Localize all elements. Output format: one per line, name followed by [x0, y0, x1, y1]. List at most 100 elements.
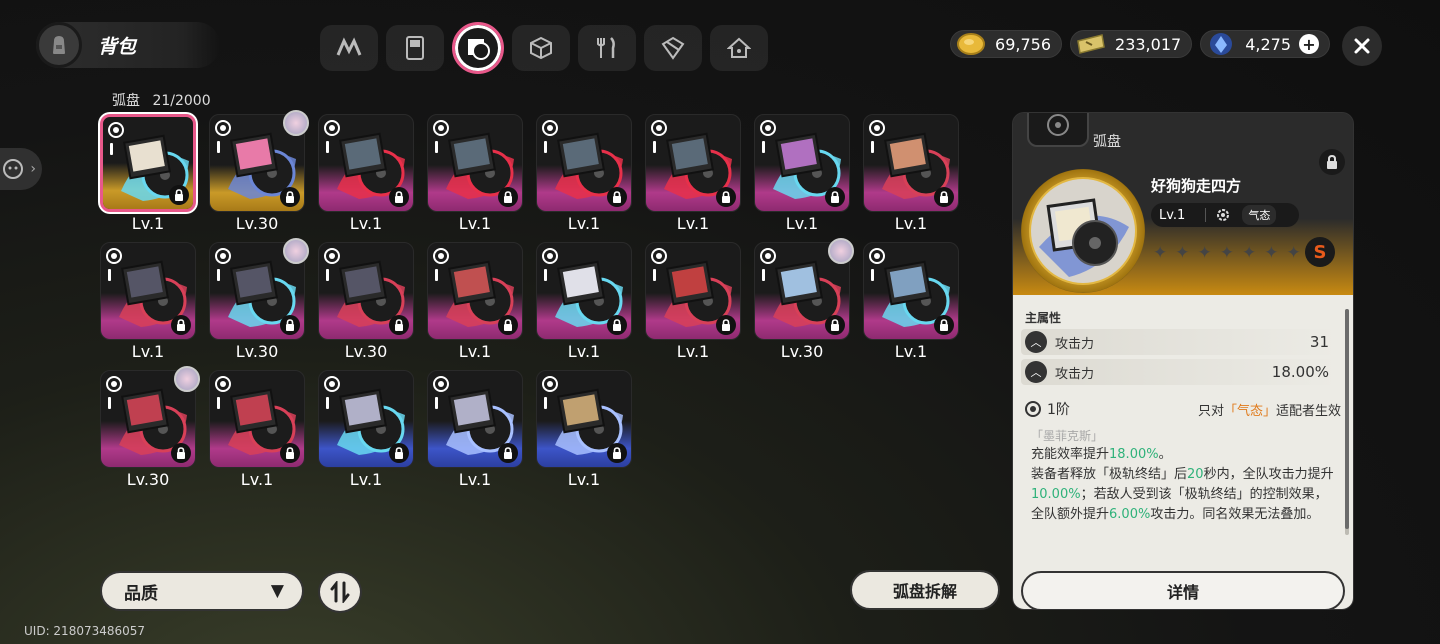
disc-level: Lv.1 — [894, 214, 928, 233]
element-icon — [106, 248, 122, 264]
add-crystal-button[interactable]: + — [1299, 34, 1319, 54]
currency-crystal[interactable]: 4,275 + — [1200, 30, 1330, 58]
ticket-icon — [1075, 32, 1107, 56]
disc-level: Lv.1 — [894, 342, 928, 361]
inventory-count: 弧盘 21/2000 — [112, 90, 211, 110]
disc-card[interactable]: Lv.30 — [209, 110, 309, 238]
lock-icon[interactable] — [934, 187, 954, 207]
element-icon — [542, 376, 558, 392]
tab-drive[interactable] — [320, 25, 378, 71]
detail-scrollbar[interactable] — [1345, 309, 1349, 535]
home-icon — [727, 37, 751, 58]
star-icon: ✦ — [1242, 243, 1257, 263]
lock-icon[interactable] — [716, 315, 736, 335]
close-icon — [1354, 38, 1370, 54]
element-icon — [651, 120, 667, 136]
lock-icon[interactable] — [171, 315, 191, 335]
disc-card[interactable]: Lv.30 — [100, 366, 200, 494]
disc-card[interactable]: Lv.1 — [536, 242, 632, 366]
crystal-icon — [1205, 32, 1237, 56]
details-button[interactable]: 详情 — [1021, 571, 1345, 609]
disc-card[interactable]: Lv.30 — [318, 242, 414, 366]
lock-icon[interactable] — [607, 315, 627, 335]
lock-icon[interactable] — [825, 315, 845, 335]
tab-gameboy[interactable] — [386, 25, 444, 71]
lock-icon[interactable] — [498, 443, 518, 463]
lock-icon[interactable] — [498, 187, 518, 207]
inventory-count-value: 21/2000 — [152, 93, 211, 109]
disc-level: Lv.30 — [235, 342, 279, 361]
tab-box[interactable] — [512, 25, 570, 71]
disc-card[interactable]: Lv.1 — [209, 370, 305, 494]
currency-gold[interactable]: 69,756 — [950, 30, 1063, 58]
rank-mark — [653, 269, 656, 281]
disc-card[interactable]: Lv.1 — [536, 370, 632, 494]
rank-mark — [217, 141, 220, 153]
disc-level: Lv.1 — [567, 214, 601, 233]
lock-icon[interactable] — [389, 315, 409, 335]
tab-disc[interactable] — [452, 22, 504, 74]
rank-mark — [435, 269, 438, 281]
sort-icon — [330, 581, 350, 603]
disc-level: Lv.1 — [349, 470, 383, 489]
disc-card[interactable]: Lv.1 — [100, 114, 196, 238]
rank-mark — [326, 269, 329, 281]
quality-filter-dropdown[interactable]: 品质 ▼ — [100, 571, 304, 611]
dismantle-button[interactable]: 弧盘拆解 — [850, 570, 1000, 610]
disc-card[interactable]: Lv.1 — [427, 114, 523, 238]
detail-lock-button[interactable] — [1319, 149, 1345, 175]
lock-icon[interactable] — [934, 315, 954, 335]
currency-ticket[interactable]: 233,017 — [1070, 30, 1193, 58]
disc-card[interactable]: Lv.1 — [318, 370, 414, 494]
backpack-icon — [36, 22, 82, 68]
star-icon: ✦ — [1153, 243, 1168, 263]
disc-card[interactable]: Lv.1 — [427, 370, 523, 494]
lock-icon[interactable] — [607, 443, 627, 463]
lock-icon[interactable] — [280, 443, 300, 463]
lock-icon[interactable] — [169, 185, 189, 205]
side-panel-toggle[interactable]: › — [0, 148, 42, 190]
element-icon — [869, 248, 885, 264]
stat-value: 18.00% — [1271, 363, 1329, 381]
lock-icon[interactable] — [389, 443, 409, 463]
sort-order-button[interactable] — [318, 571, 362, 613]
uid-label: UID: 218073486057 — [24, 624, 146, 638]
disc-detail-panel: 弧盘 好狗狗走四方 Lv.1 气态 ✦ ✦ ✦ ✦ ✦ ✦ ✦ S 主属性 ︿ … — [1012, 112, 1354, 610]
tab-package[interactable] — [644, 25, 702, 71]
disc-level: Lv.30 — [344, 342, 388, 361]
disc-card[interactable]: Lv.1 — [100, 242, 196, 366]
stat-row: ︿ 攻击力 18.00% — [1021, 359, 1337, 385]
disc-card[interactable]: Lv.1 — [536, 114, 632, 238]
disc-card[interactable]: Lv.1 — [754, 114, 850, 238]
close-button[interactable] — [1342, 26, 1382, 66]
disc-card[interactable]: Lv.1 — [645, 114, 741, 238]
tab-home[interactable] — [710, 25, 768, 71]
disc-artwork-large — [1021, 169, 1145, 293]
star-icon: ✦ — [1197, 243, 1212, 263]
disc-card[interactable]: Lv.1 — [863, 242, 959, 366]
lock-icon[interactable] — [280, 315, 300, 335]
fork-knife-icon — [597, 37, 615, 58]
disc-card[interactable]: Lv.30 — [754, 238, 854, 366]
element-icon — [433, 376, 449, 392]
box-icon — [530, 36, 552, 60]
lock-icon[interactable] — [389, 187, 409, 207]
rank-mark — [108, 269, 111, 281]
disc-card[interactable]: Lv.1 — [645, 242, 741, 366]
element-icon — [760, 248, 776, 264]
disc-card[interactable]: Lv.1 — [427, 242, 523, 366]
lock-icon[interactable] — [171, 443, 191, 463]
rank-mark — [326, 397, 329, 409]
disc-level: Lv.1 — [676, 214, 710, 233]
lock-icon[interactable] — [498, 315, 518, 335]
attribute-gear-icon — [1217, 209, 1230, 221]
lock-icon[interactable] — [280, 187, 300, 207]
lock-icon[interactable] — [607, 187, 627, 207]
lock-icon[interactable] — [825, 187, 845, 207]
tab-food[interactable] — [578, 25, 636, 71]
disc-level: Lv.1 — [785, 214, 819, 233]
disc-card[interactable]: Lv.30 — [209, 238, 309, 366]
disc-card[interactable]: Lv.1 — [863, 114, 959, 238]
disc-card[interactable]: Lv.1 — [318, 114, 414, 238]
lock-icon[interactable] — [716, 187, 736, 207]
